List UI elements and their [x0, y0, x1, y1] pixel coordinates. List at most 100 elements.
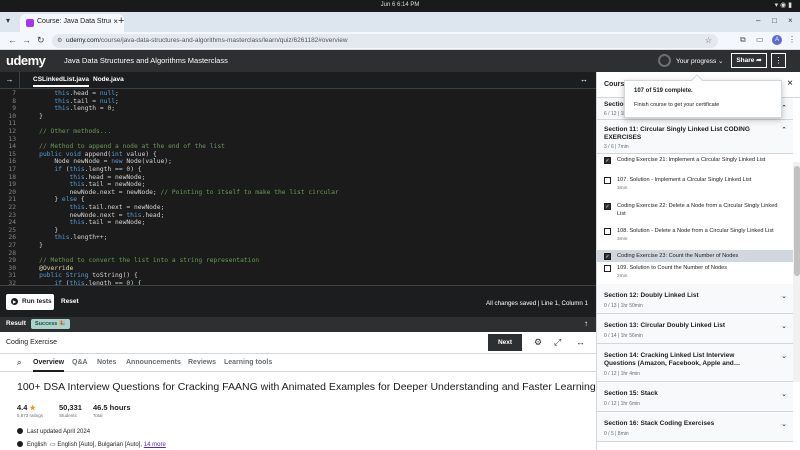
line-number: 27	[8, 242, 16, 249]
code-line[interactable]: // Method to convert the list into a str…	[24, 257, 259, 264]
code-line[interactable]: this.tail.next = newNode;	[24, 204, 165, 211]
browser-menu-icon[interactable]: ⋮	[788, 35, 796, 44]
next-button[interactable]: Next	[488, 334, 522, 351]
forward-icon[interactable]: →	[22, 35, 31, 45]
reload-icon[interactable]: ↻	[37, 35, 45, 46]
tab-search-icon[interactable]: ▾	[6, 16, 10, 25]
search-icon[interactable]: ⌕	[17, 358, 21, 368]
chevron-down-icon: ⌄	[781, 293, 787, 300]
languages: English ▭ English [Auto], Bulgarian [Aut…	[17, 441, 166, 448]
profile-avatar[interactable]: A	[772, 35, 782, 45]
tab-reviews[interactable]: Reviews	[188, 359, 216, 366]
line-number: 23	[8, 211, 16, 219]
more-languages-link[interactable]: 14 more	[144, 442, 166, 448]
back-icon[interactable]: ←	[8, 35, 17, 45]
exercise-title: Coding Exercise	[6, 339, 57, 346]
students-label: Students	[59, 413, 77, 418]
minimize-icon[interactable]: –	[756, 16, 760, 25]
code-line[interactable]: this.head = null;	[24, 90, 118, 97]
expand-horizontal-icon[interactable]: ↔	[576, 337, 585, 347]
lecture-checkbox[interactable]	[604, 265, 611, 272]
scrollbar-thumb[interactable]	[794, 166, 800, 276]
code-line[interactable]: if (this.length == 0) {	[24, 166, 141, 173]
tab-notes[interactable]: Notes	[97, 359, 116, 366]
expand-editor-icon[interactable]: ↔	[580, 75, 588, 84]
lecture-item[interactable]: ✓ Coding Exercise 21: Implement a Circula…	[597, 154, 793, 174]
course-tabs: ⌕ Overview Q&A Notes Announcements Revie…	[0, 354, 596, 372]
fullscreen-icon[interactable]: ⤢	[554, 337, 561, 348]
lecture-checkbox[interactable]: ✓	[604, 253, 611, 260]
address-bar[interactable]: ⚙ udemy.com/course/java-data-structures-…	[52, 34, 718, 48]
lecture-item[interactable]: 108. Solution - Delete a Node from a Cir…	[597, 225, 793, 250]
share-icon: ➦	[756, 57, 762, 64]
tab-overview[interactable]: Overview	[33, 359, 65, 372]
lecture-checkbox[interactable]	[604, 177, 611, 184]
lecture-checkbox[interactable]	[604, 228, 611, 235]
progress-count: 107 of 519 complete.	[634, 88, 693, 94]
code-line[interactable]: public void append(int value) {	[24, 151, 157, 158]
code-line[interactable]: this.length++;	[24, 234, 107, 241]
code-line[interactable]: this.tail = null;	[24, 98, 118, 105]
code-line[interactable]: }	[24, 113, 43, 120]
side-panel-icon[interactable]: ▭	[756, 35, 764, 44]
code-line[interactable]: this.tail = newNode;	[24, 181, 146, 188]
section-15[interactable]: Section 15: Stack 0 / 12 | 1hr 6min ⌄	[597, 382, 793, 412]
rating-count: 5,873 ratings	[17, 413, 44, 418]
code-line[interactable]: newNode.next = newNode; // Pointing to i…	[24, 189, 338, 196]
settings-gear-icon[interactable]: ⚙	[534, 337, 542, 348]
section-16[interactable]: Section 16: Stack Coding Exercises 0 / 5…	[597, 412, 793, 442]
extensions-icon[interactable]: ⧉	[740, 35, 746, 45]
course-title[interactable]: Java Data Structures and Algorithms Mast…	[64, 56, 228, 65]
run-tests-button[interactable]: ▶ Run tests	[6, 294, 54, 310]
collapse-result-icon[interactable]: ↑	[584, 319, 588, 328]
sidebar-scrollbar[interactable]	[793, 162, 800, 382]
new-tab-icon[interactable]: +	[118, 15, 124, 27]
code-line[interactable]: public String toString() {	[24, 272, 138, 279]
chevron-up-icon: ⌃	[781, 127, 787, 134]
section-11[interactable]: Section 11: Circular Singly Linked List …	[597, 120, 793, 154]
course-subtitle: 100+ DSA Interview Questions for Crackin…	[17, 381, 596, 393]
code-line[interactable]: this.head = newNode;	[24, 174, 146, 181]
reset-button[interactable]: Reset	[61, 298, 79, 305]
code-line[interactable]: this.tail = newNode;	[24, 219, 146, 226]
line-number: 22	[8, 204, 16, 211]
tab-qa[interactable]: Q&A	[72, 359, 88, 366]
code-line[interactable]: // Other methods...	[24, 128, 111, 135]
code-line[interactable]: // Method to append a node at the end of…	[24, 143, 225, 150]
section-13[interactable]: Section 13: Circular Doubly Linked List …	[597, 314, 793, 344]
code-line[interactable]: }	[24, 227, 58, 234]
close-sidebar-icon[interactable]: ×	[787, 78, 793, 89]
system-tray-icons[interactable]: ▾ ◉ ▮	[775, 1, 792, 9]
lecture-item[interactable]: 109. Solution to Count the Number of Nod…	[597, 262, 793, 284]
code-line[interactable]: Node newNode = new Node(value);	[24, 158, 172, 165]
section-14[interactable]: Section 14: Cracking Linked List Intervi…	[597, 344, 793, 382]
tab-announcements[interactable]: Announcements	[126, 359, 181, 366]
lecture-item[interactable]: ✓ Coding Exercise 22: Delete a Node from …	[597, 200, 793, 225]
code-line[interactable]: this.length = 0;	[24, 105, 115, 112]
code-line[interactable]: }	[24, 242, 43, 249]
browser-tab[interactable]: Course: Java Data Structu ×	[20, 14, 124, 32]
bookmark-star-icon[interactable]: ☆	[705, 36, 712, 45]
maximize-icon[interactable]: □	[772, 16, 777, 25]
more-options-button[interactable]: ⋮	[771, 53, 786, 68]
section-12[interactable]: Section 12: Doubly Linked List 0 / 13 | …	[597, 284, 793, 314]
tab-learning-tools[interactable]: Learning tools	[224, 359, 272, 366]
lecture-item[interactable]: 107. Solution - Implement a Circular Sin…	[597, 174, 793, 200]
code-line[interactable]: newNode.next = this.head;	[24, 212, 164, 219]
lecture-title: Coding Exercise 22: Delete a Node from a…	[617, 203, 778, 217]
site-info-icon[interactable]: ⚙	[57, 37, 62, 44]
close-window-icon[interactable]: ×	[788, 16, 793, 25]
share-button[interactable]: Share ➦	[731, 53, 767, 68]
code-editor[interactable]: 7 this.head = null; 8 this.tail = null; 9 …	[0, 89, 596, 285]
lecture-checkbox[interactable]: ✓	[604, 203, 611, 210]
file-tab-cslinkedlist[interactable]: CSLinkedList.java	[33, 76, 89, 87]
code-line[interactable]: } else {	[24, 196, 84, 203]
line-number: 28	[8, 249, 16, 257]
lecture-item[interactable]: ✓ Coding Exercise 23: Count the Number of…	[597, 250, 793, 262]
file-tree-toggle-icon[interactable]: →	[0, 72, 20, 89]
file-tab-node[interactable]: Node.java	[93, 76, 124, 83]
lecture-checkbox[interactable]: ✓	[604, 157, 611, 164]
udemy-logo[interactable]: udemy	[6, 53, 46, 68]
students-value: 50,331	[59, 403, 82, 412]
code-line[interactable]: @Override	[24, 265, 73, 272]
